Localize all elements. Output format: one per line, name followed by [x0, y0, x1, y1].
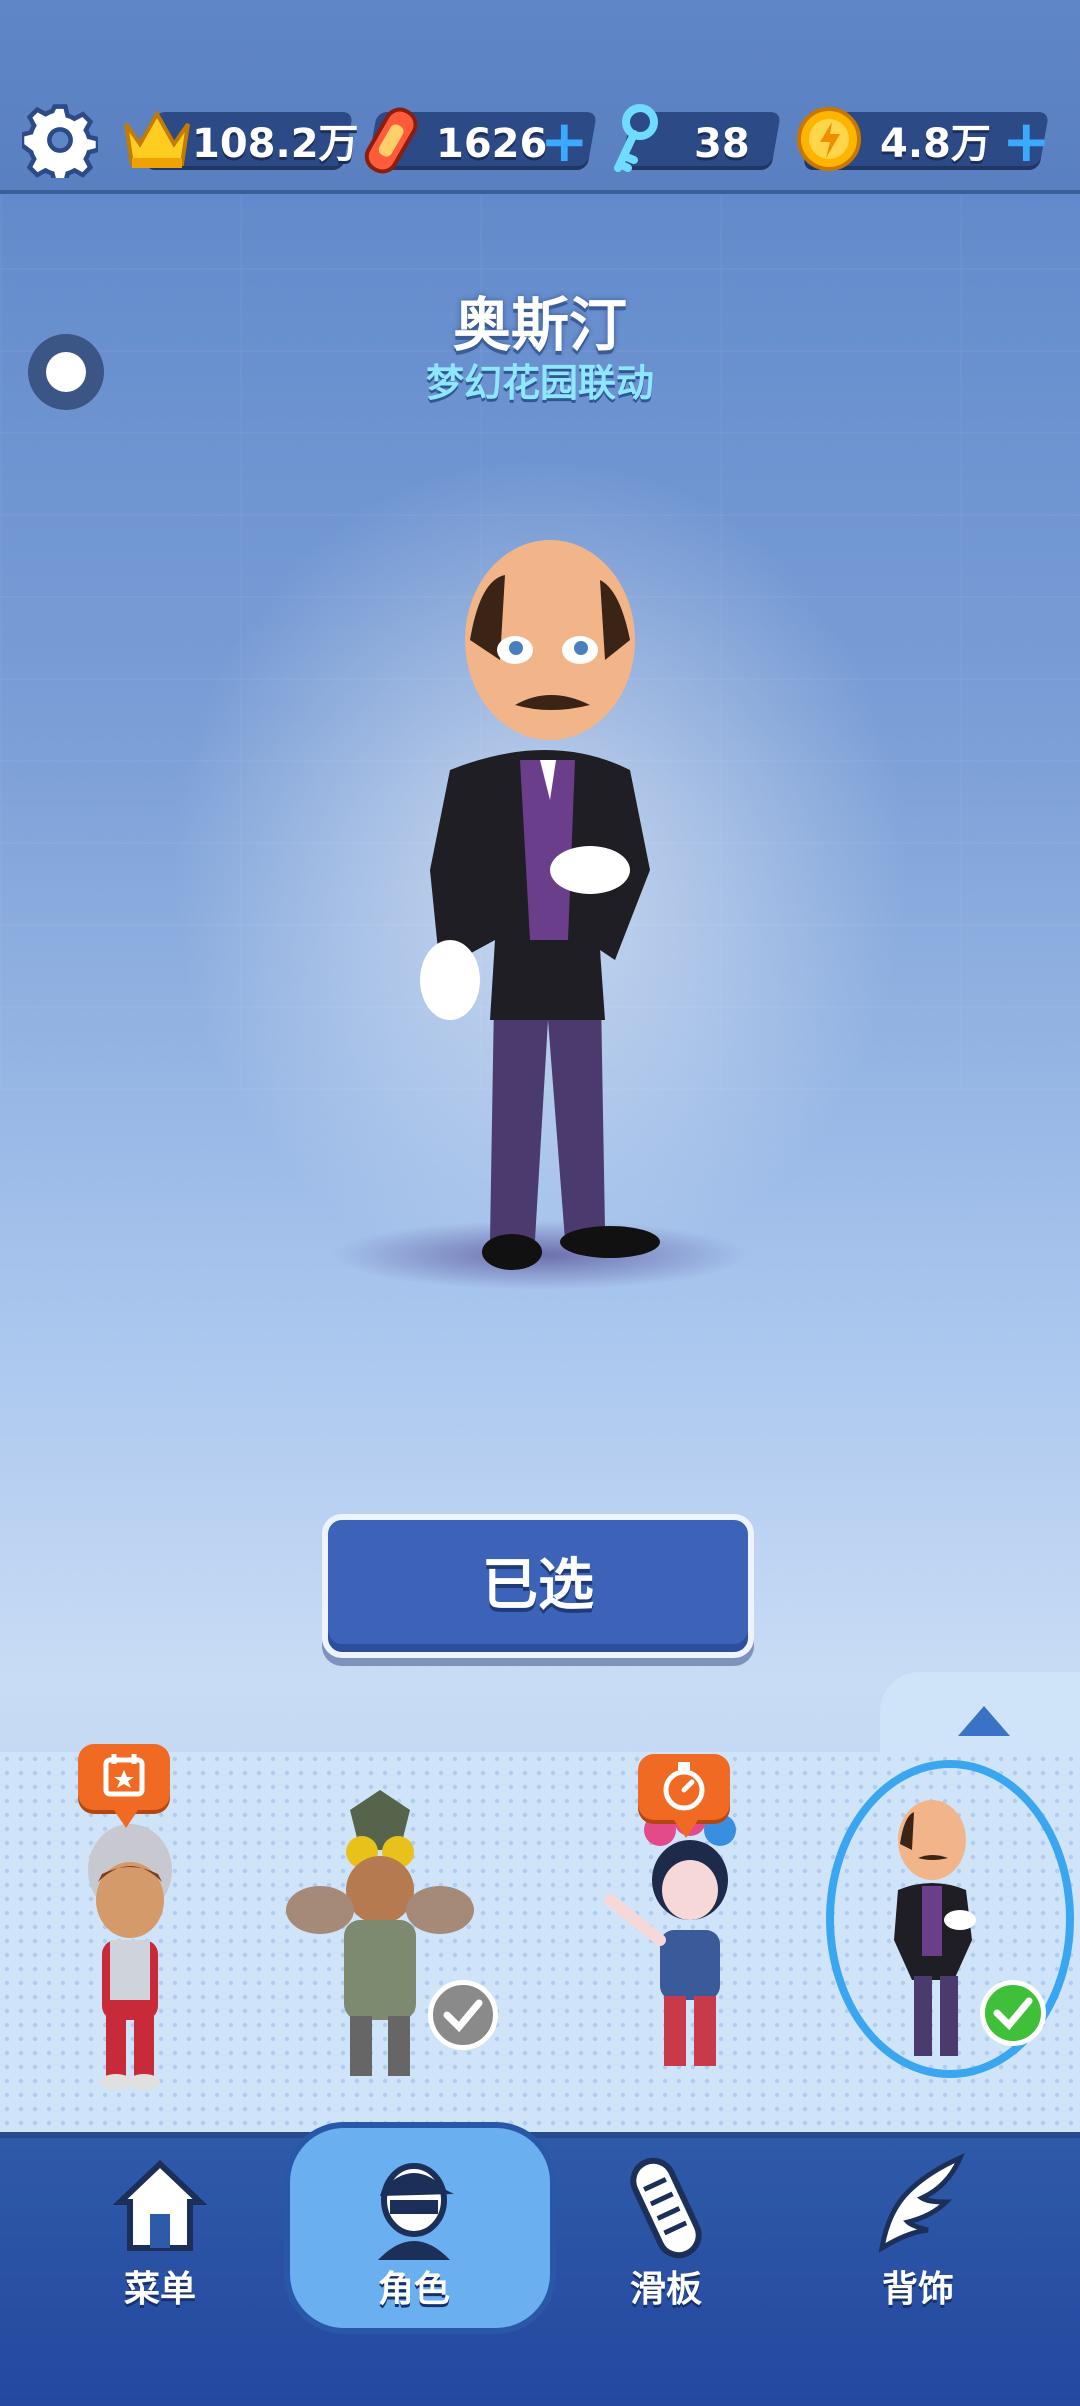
outfit-toggle-button[interactable]: [28, 334, 104, 410]
carousel-item-ultraman[interactable]: [40, 1790, 240, 2090]
house-icon: [112, 2159, 208, 2251]
timer-badge: [638, 1754, 730, 1838]
coin-icon: [797, 107, 861, 171]
crown-icon: [124, 109, 190, 168]
select-character-button[interactable]: 已选: [322, 1514, 754, 1658]
character-icon: [378, 2163, 454, 2260]
hoverboard-value: 1626: [436, 121, 548, 167]
character-name: 奥斯汀: [452, 291, 627, 359]
hoverboard-plus-button[interactable]: +: [540, 112, 589, 170]
chevron-up-icon[interactable]: [958, 1706, 1010, 1736]
key-icon: [614, 104, 658, 172]
coin-value: 4.8万: [880, 121, 991, 167]
nav-item-backpacks[interactable]: 背饰: [818, 2140, 1018, 2370]
selected-check-icon: [980, 1980, 1046, 2046]
calendar-badge: [78, 1744, 170, 1828]
nav-item-menu[interactable]: 菜单: [60, 2140, 260, 2370]
wing-icon: [878, 2153, 965, 2254]
select-button-label: 已选: [482, 1553, 594, 1618]
nav-label: 背饰: [881, 2269, 954, 2310]
nav-label: 滑板: [629, 2269, 702, 2310]
nav-label: 角色: [377, 2269, 450, 2310]
character-collab-subtitle: 梦幻花园联动: [425, 361, 654, 405]
skateboard-icon: [630, 2157, 702, 2259]
hoverboard-icon: [364, 107, 418, 174]
nav-label: 菜单: [123, 2269, 196, 2310]
character-austin-model: [420, 540, 660, 1270]
stopwatch-icon: [663, 1762, 705, 1811]
crown-value: 108.2万: [192, 121, 359, 167]
character-thumbnail: [88, 1824, 172, 2090]
gear-icon[interactable]: [22, 102, 98, 178]
nav-item-hoverboards[interactable]: 滑板: [566, 2140, 766, 2370]
owned-check-icon: [428, 1980, 498, 2050]
coin-plus-button[interactable]: +: [1002, 112, 1051, 170]
key-value: 38: [694, 121, 750, 167]
nav-item-characters[interactable]: 角色: [314, 2140, 514, 2370]
calendar-icon: [103, 1754, 145, 1797]
